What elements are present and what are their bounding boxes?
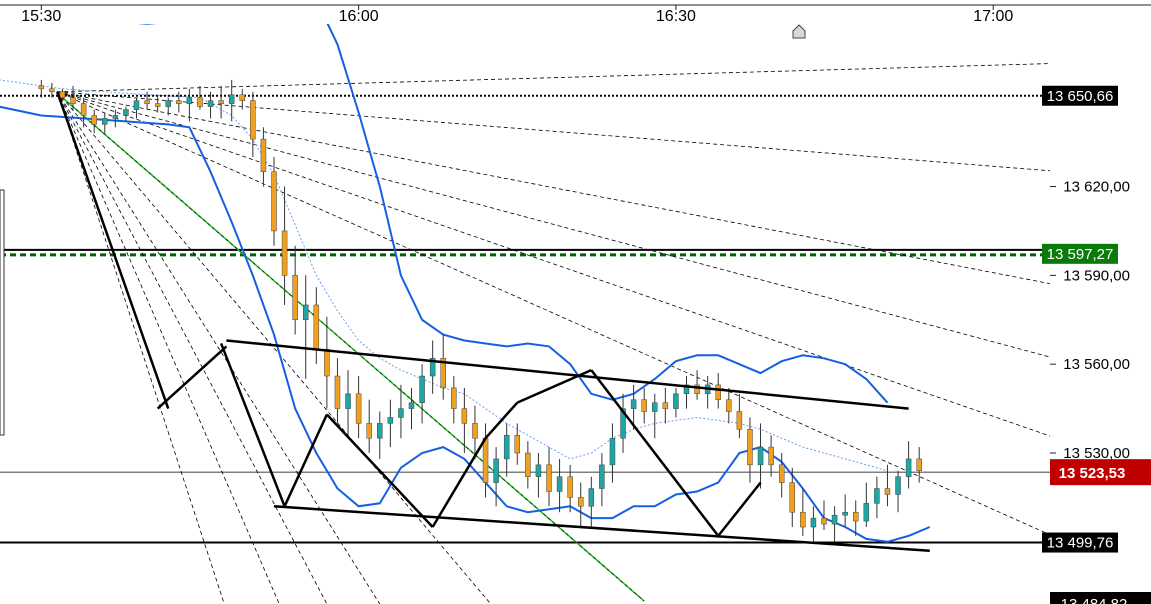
candle-down	[271, 171, 277, 232]
candle-down	[514, 434, 521, 454]
candle-down	[577, 497, 584, 507]
x-tick-label: 15:30	[21, 8, 61, 25]
candle-up	[556, 476, 563, 492]
candle-down	[250, 100, 256, 140]
y-tick-label: 13 620,00	[1063, 179, 1130, 196]
candle-down	[789, 482, 796, 513]
candle-up	[895, 476, 901, 495]
candle-down	[91, 115, 97, 125]
candle-up	[863, 503, 870, 522]
candle-down	[800, 511, 806, 528]
y-tick-label: 13 590,00	[1063, 267, 1130, 284]
left-edge-marker	[0, 189, 5, 436]
candle-down	[324, 349, 330, 377]
candle-up	[419, 375, 425, 403]
candle-down	[70, 97, 76, 104]
candle-down	[884, 488, 891, 495]
candle-up	[609, 437, 616, 466]
candle-down	[461, 408, 468, 424]
candle-up	[186, 97, 193, 104]
candle-down	[525, 452, 531, 477]
candle-up	[874, 488, 880, 504]
candle-up	[377, 423, 383, 439]
candle-down	[567, 476, 573, 498]
candlestick-chart: 15:30 16:00 16:30 17:00 13 620,00 13 590,00 1…	[0, 0, 1151, 604]
candle-up	[842, 511, 848, 516]
y-tick-label: 13 560,00	[1063, 356, 1130, 373]
candle-up	[133, 100, 140, 110]
x-tick-label: 16:30	[656, 8, 696, 25]
candle-up	[387, 417, 394, 424]
plot-background	[0, 0, 1151, 604]
current-price-badge-text: 13 523,53	[1059, 465, 1126, 482]
candle-up	[503, 434, 510, 460]
candle-down	[292, 275, 298, 321]
candle-down	[197, 97, 203, 107]
candle-up	[810, 517, 817, 528]
candle-down	[366, 423, 372, 439]
candle-down	[334, 375, 341, 409]
candle-up	[165, 100, 171, 107]
level-badge-text: 13 650,66	[1047, 88, 1114, 105]
candle-down	[482, 437, 489, 483]
candle-down	[916, 458, 922, 472]
candle-down	[641, 399, 647, 412]
candle-down	[355, 393, 362, 424]
candle-down	[451, 387, 457, 409]
candle-up	[408, 402, 415, 409]
candle-down	[239, 94, 246, 101]
x-tick-label: 16:00	[339, 8, 379, 25]
candle-up	[630, 399, 637, 409]
candle-up	[398, 408, 404, 418]
candle-up	[112, 115, 119, 119]
candle-down	[260, 138, 267, 172]
candle-down	[747, 429, 753, 466]
candle-down	[715, 384, 721, 400]
candle-down	[736, 411, 743, 430]
candle-down	[768, 446, 774, 466]
candle-up	[102, 118, 108, 125]
candle-down	[546, 464, 552, 492]
candle-down	[144, 100, 150, 104]
candle-down	[176, 100, 182, 104]
candle-down	[821, 517, 827, 525]
candle-down	[59, 91, 66, 98]
candle-down	[313, 304, 320, 350]
candle-up	[905, 458, 912, 477]
level-badge-text: 13 597,27	[1047, 246, 1114, 263]
candle-up	[207, 100, 214, 107]
candle-up	[493, 458, 499, 483]
candle-up	[831, 514, 838, 525]
candle-down	[726, 399, 732, 412]
level-badge-text: 13 499,76	[1047, 535, 1114, 552]
candle-down	[662, 402, 669, 409]
candle-up	[535, 464, 542, 477]
candle-down	[49, 88, 55, 93]
candle-up	[345, 393, 351, 409]
candle-down	[38, 85, 45, 90]
candle-up	[228, 94, 235, 104]
candle-down	[852, 511, 859, 522]
candle-up	[652, 402, 658, 412]
candle-up	[757, 446, 764, 466]
candle-down	[281, 230, 288, 276]
bottom-badge-text: 13 484,82	[1061, 596, 1128, 604]
candle-down	[80, 103, 87, 116]
candle-down	[154, 103, 161, 107]
x-tick-label: 17:00	[973, 8, 1013, 25]
candle-up	[302, 304, 309, 321]
candle-up	[599, 464, 605, 489]
candle-down	[472, 423, 478, 439]
candle-down	[778, 464, 785, 483]
candle-up	[588, 488, 595, 507]
candle-up	[123, 109, 129, 116]
candle-down	[218, 100, 224, 104]
candle-up	[673, 393, 679, 409]
